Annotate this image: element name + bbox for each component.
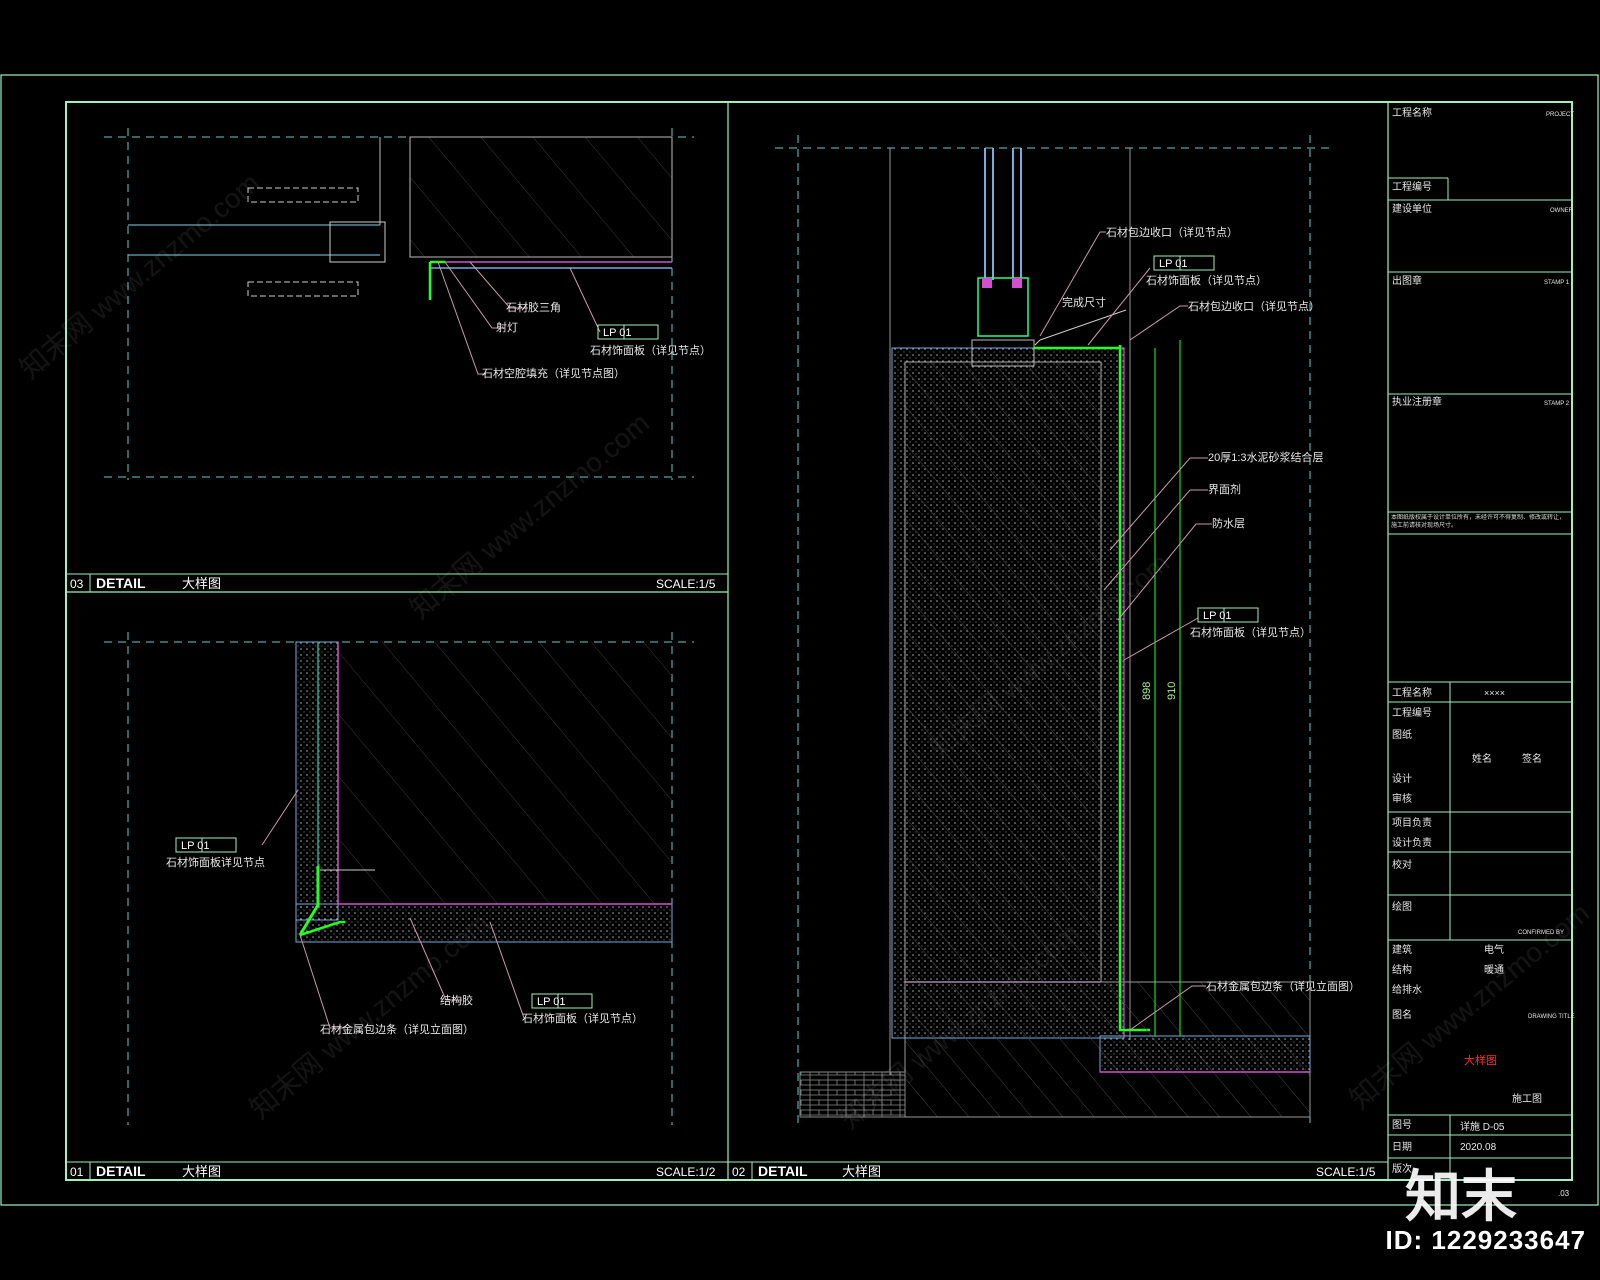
note-p01-1: 石材饰面板详见节点 xyxy=(166,855,265,869)
note-p03-4: 石材空腔填充（详见节点图） xyxy=(482,366,625,380)
tb-page: .03 xyxy=(1558,1189,1570,1198)
tb-owner-cn: 建设单位 xyxy=(1392,202,1432,215)
tb-project-cn: 工程名称 xyxy=(1392,106,1432,119)
tb-copyright-note: 本图纸版权属于设计单位所有，未经许可不得复制、修改或转让，施工前请核对现场尺寸。 xyxy=(1391,515,1566,529)
panel-01-detail: LP 01 石材饰面板详见节点 结构胶 LP 01 石材饰面板（详见节点） 石材… xyxy=(65,632,729,1181)
tb-disc-0: 建筑 xyxy=(1392,943,1412,956)
note-p02-8: 石材饰面板（详见节点） xyxy=(1190,625,1311,639)
tb-stamp2-cn: 执业注册章 xyxy=(1392,395,1442,408)
tag-lp01-p02-b: LP 01 xyxy=(1203,610,1232,622)
tb-disc-1: 电气 xyxy=(1484,943,1504,956)
tb-sign-1: 图纸 xyxy=(1392,728,1412,741)
brand-logo: 知末 xyxy=(1405,1165,1517,1230)
id-badge: ID: 1229233647 xyxy=(1385,1225,1586,1255)
note-p02-2: 石材饰面板（详见节点） xyxy=(1146,273,1267,287)
tb-col-signature: 签名 xyxy=(1522,752,1542,765)
tb-sign-0: 工程编号 xyxy=(1392,706,1432,719)
note-p03-3: 石材饰面板（详见节点） xyxy=(590,343,711,357)
tb-project-value: ×××× xyxy=(1484,688,1505,698)
panel-03-scale: SCALE:1/5 xyxy=(656,577,716,591)
tag-lp01-p03: LP 01 xyxy=(603,327,632,339)
tb-sign-4: 项目负责 xyxy=(1392,816,1432,829)
panel-02-number: 02 xyxy=(732,1165,746,1179)
dim-910: 910 xyxy=(1166,682,1178,700)
panel-03-number: 03 xyxy=(70,577,84,591)
watermark-1: 知末网 www.znzmo.com xyxy=(14,167,265,385)
panel-03-subtitle: 大样图 xyxy=(182,576,221,591)
note-p02-5: 20厚1:3水泥砂浆结合层 xyxy=(1208,450,1324,464)
note-p02-6: 界面剂 xyxy=(1208,482,1241,496)
tb-sign-3: 审核 xyxy=(1392,792,1412,805)
panel-01-number: 01 xyxy=(70,1165,84,1179)
tb-stamp2-en: STAMP 2 xyxy=(1544,401,1570,407)
tb-stamp1-cn: 出图章 xyxy=(1392,274,1422,287)
note-p03-1: 石材胶三角 xyxy=(506,300,561,314)
note-p02-9: 石材金属包边条（详见立面图） xyxy=(1206,979,1360,993)
note-p01-2: 结构胶 xyxy=(440,993,473,1007)
tb-project-label: 工程名称 xyxy=(1392,686,1432,699)
panel-03-title: DETAIL xyxy=(96,575,146,591)
note-p01-3: 石材饰面板（详见节点） xyxy=(522,1011,643,1025)
tb-col-name: 姓名 xyxy=(1472,752,1492,765)
tb-sign-5: 设计负责 xyxy=(1392,836,1432,849)
tb-sign-7: 绘图 xyxy=(1392,900,1412,913)
inner-border xyxy=(65,101,1573,1181)
tb-owner-en: OWNER xyxy=(1550,208,1574,214)
panel-01-title: DETAIL xyxy=(96,1163,146,1179)
tb-sign-2: 设计 xyxy=(1392,772,1412,785)
tb-disc-4: 给排水 xyxy=(1392,983,1422,996)
panel-02-title: DETAIL xyxy=(758,1163,808,1179)
dim-898: 898 xyxy=(1141,682,1153,700)
tag-lp01-p02-a: LP 01 xyxy=(1159,258,1188,270)
tb-sign-6: 校对 xyxy=(1392,858,1412,871)
note-p02-4: 石材包边收口（详见节点） xyxy=(1188,299,1320,313)
tb-drawing-no-label: 图号 xyxy=(1392,1119,1412,1131)
panel-03-detail: 石材胶三角 射灯 LP 01 石材饰面板（详见节点） 石材空腔填充（详见节点图）… xyxy=(65,128,729,593)
note-p03-2: 射灯 xyxy=(496,320,518,334)
tb-project-no: 工程编号 xyxy=(1392,180,1432,193)
note-p02-1: 石材包边收口（详见节点） xyxy=(1106,225,1238,239)
tb-project-en: PROJECT xyxy=(1546,112,1574,118)
panel-02-scale: SCALE:1/5 xyxy=(1316,1165,1376,1179)
tb-drawing-no: 详施 D-05 xyxy=(1460,1120,1505,1133)
watermark-6: 知末网 www.znzmo.com xyxy=(1344,897,1595,1115)
outer-border xyxy=(0,74,1599,1206)
note-p02-7: 防水层 xyxy=(1212,516,1245,530)
panel-02-subtitle: 大样图 xyxy=(842,1164,881,1179)
tb-stamp1-en: STAMP 1 xyxy=(1544,280,1570,286)
panel-01-subtitle: 大样图 xyxy=(182,1164,221,1179)
tb-stage: 施工图 xyxy=(1512,1092,1542,1105)
tb-drawing-title: 大样图 xyxy=(1464,1053,1497,1067)
tb-disc-2: 结构 xyxy=(1392,963,1412,976)
tb-drawing-title-en: DRAWING TITLE xyxy=(1528,1014,1575,1020)
tag-lp01-p01-b: LP 01 xyxy=(537,996,566,1008)
tb-drawing-title-label: 图名 xyxy=(1392,1008,1412,1021)
panel-01-scale: SCALE:1/2 xyxy=(656,1165,716,1179)
tag-lp01-p01-a: LP 01 xyxy=(181,840,210,852)
note-p02-3: 完成尺寸 xyxy=(1062,295,1106,309)
cad-drawing-sheet: 石材胶三角 射灯 LP 01 石材饰面板（详见节点） 石材空腔填充（详见节点图）… xyxy=(0,74,1599,1206)
